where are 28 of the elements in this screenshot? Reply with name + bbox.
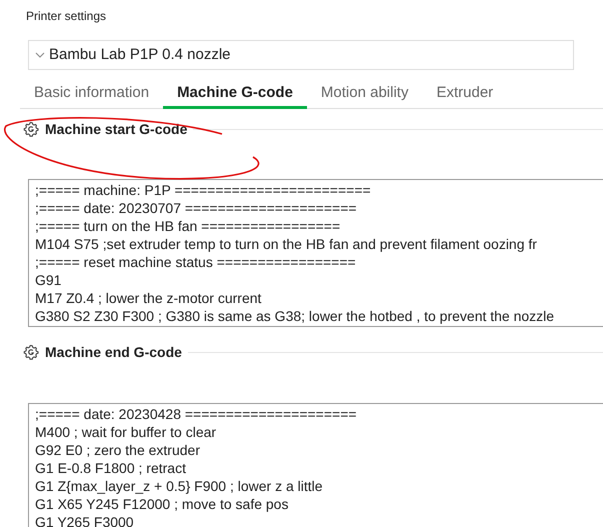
section-title: Machine end G-code xyxy=(45,342,182,362)
code-line: M400 ; wait for buffer to clear xyxy=(35,423,216,441)
window-title: Printer settings xyxy=(25,8,108,25)
tab[interactable]: Extruder xyxy=(422,79,508,109)
code-line: ;===== turn on the HB fan ================= xyxy=(35,217,340,235)
code-line: G92 E0 ; zero the extruder xyxy=(35,441,200,459)
printer-dropdown[interactable]: Bambu Lab P1P 0.4 nozzle xyxy=(28,40,574,70)
code-editor[interactable] xyxy=(28,403,603,527)
code-editor[interactable] xyxy=(28,179,603,327)
tab[interactable]: Basic information xyxy=(20,79,164,109)
code-line: G91 xyxy=(35,271,62,289)
chevron-down-icon xyxy=(35,52,45,58)
gear-icon xyxy=(23,344,39,360)
code-line: ;===== date: 20230428 ===================== xyxy=(35,405,357,423)
code-line: ;===== machine: P1P ======================== xyxy=(35,181,371,199)
code-line: G1 X65 Y245 F12000 ; move to safe pos xyxy=(35,495,288,513)
tab[interactable]: Motion ability xyxy=(306,79,422,109)
code-line: ;===== date: 20230707 ===================== xyxy=(35,199,357,217)
code-line: G1 E-0.8 F1800 ; retract xyxy=(35,459,186,477)
code-line: ;===== reset machine status ================= xyxy=(35,253,356,271)
tab[interactable]: Machine G-code xyxy=(163,79,307,109)
code-line: G380 S2 Z30 F300 ; G380 is same as G38; lower the hotbed , to prevent the nozzle xyxy=(35,307,554,325)
code-line: G1 Y265 F3000 xyxy=(35,513,134,527)
code-line: M104 S75 ;set extruder temp to turn on the HB fan and prevent filament oozing fr xyxy=(35,235,537,253)
gear-icon xyxy=(23,121,39,137)
code-line: G1 Z{max_layer_z + 0.5} F900 ; lower z a little xyxy=(35,477,323,495)
code-line: M17 Z0.4 ; lower the z-motor current xyxy=(35,289,262,307)
section-title: Machine start G-code xyxy=(45,120,188,138)
